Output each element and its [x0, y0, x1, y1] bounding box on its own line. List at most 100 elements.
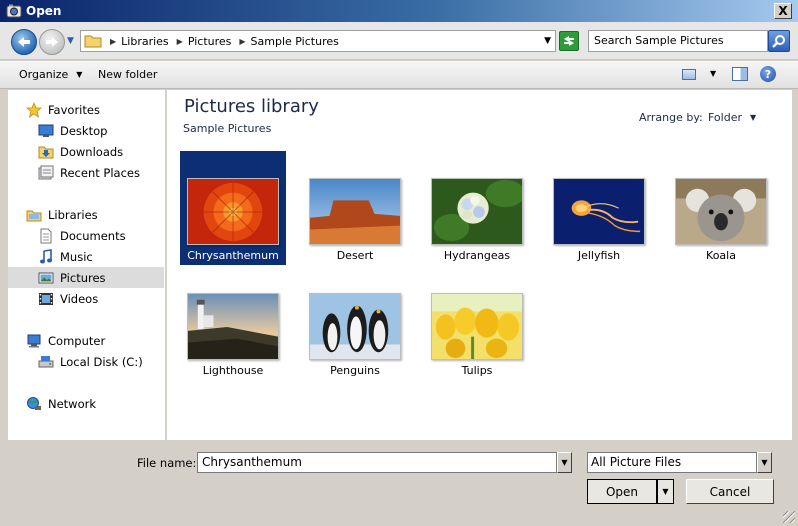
sidebar-item-label: Documents	[60, 228, 126, 243]
lighthouse-thumbnail	[187, 293, 279, 360]
desktop-icon	[38, 124, 54, 137]
breadcrumb-libraries[interactable]: Libraries	[121, 35, 169, 48]
forward-button[interactable]	[39, 29, 65, 55]
file-name: Tulips	[461, 364, 493, 377]
sidebar-item-label: Downloads	[60, 144, 124, 159]
file-item-lighthouse[interactable]: Lighthouse	[180, 266, 286, 380]
search-icon	[772, 35, 785, 48]
sidebar-item-label: Pictures	[60, 270, 106, 285]
search-button[interactable]	[768, 30, 790, 52]
breadcrumb-separator-icon: ▶	[110, 36, 117, 46]
file-name-dropdown[interactable]: ▼	[557, 452, 572, 473]
change-view-icon[interactable]	[682, 69, 696, 80]
sidebar-item-label: Videos	[60, 291, 99, 306]
app-icon	[6, 4, 22, 18]
organize-label: Organize	[19, 68, 69, 81]
breadcrumb-separator-icon: ▶	[176, 36, 183, 46]
file-name-input[interactable]: Chrysanthemum	[197, 452, 557, 473]
sidebar-item-recent-places[interactable]: Recent Places	[8, 162, 164, 183]
downloads-icon	[38, 146, 54, 158]
chevron-down-icon: ▼	[750, 113, 757, 122]
file-name: Desert	[336, 249, 374, 262]
file-item-jellyfish[interactable]: Jellyfish	[546, 151, 652, 265]
arrange-by-dropdown[interactable]: Folder ▼	[708, 111, 756, 124]
resize-grip-icon[interactable]	[783, 511, 795, 523]
file-item-koala[interactable]: Koala	[668, 151, 774, 265]
libraries-icon	[26, 210, 42, 221]
recent-pages-dropdown[interactable]: ▼	[67, 36, 77, 48]
breadcrumb-sample-pictures[interactable]: Sample Pictures	[251, 35, 339, 48]
file-type-select[interactable]: All Picture Files	[587, 452, 757, 473]
chevron-down-icon: ▼	[67, 36, 74, 46]
file-item-desert[interactable]: Desert	[302, 151, 408, 265]
sidebar-item-label: Computer	[48, 333, 106, 348]
file-name: Koala	[706, 249, 736, 262]
recent-places-icon	[38, 165, 54, 179]
sidebar-item-desktop[interactable]: Desktop	[8, 120, 164, 141]
file-item-hydrangeas[interactable]: Hydrangeas	[424, 151, 530, 265]
sidebar-item-documents[interactable]: Documents	[8, 225, 164, 246]
sidebar-item-music[interactable]: Music	[8, 246, 164, 267]
organize-button[interactable]: Organize ▼	[19, 68, 82, 81]
sidebar-item-videos[interactable]: Videos	[8, 288, 164, 309]
chevron-down-icon: ▼	[561, 458, 568, 467]
search-input[interactable]: Search Sample Pictures	[588, 30, 768, 52]
file-name-label: File name:	[137, 456, 197, 470]
sidebar-item-local-disk[interactable]: Local Disk (C:)	[8, 351, 164, 372]
network-icon	[27, 396, 41, 410]
open-options-dropdown[interactable]: ▼	[657, 479, 674, 504]
view-options-dropdown-icon[interactable]: ▼	[710, 69, 716, 78]
breadcrumb-pictures[interactable]: Pictures	[188, 35, 232, 48]
file-item-chrysanthemum[interactable]: Chrysanthemum	[180, 151, 286, 265]
sidebar-item-network[interactable]: Network	[8, 393, 164, 414]
arrange-by-value: Folder	[708, 111, 742, 124]
arrow-right-icon	[46, 37, 58, 47]
local-disk-icon	[38, 355, 54, 367]
file-item-penguins[interactable]: Penguins	[302, 266, 408, 380]
file-list-pane: Pictures library Sample Pictures Arrange…	[167, 90, 792, 440]
refresh-button[interactable]	[559, 31, 579, 51]
star-icon	[26, 101, 42, 118]
file-item-tulips[interactable]: Tulips	[424, 266, 530, 380]
close-icon: X	[778, 4, 788, 18]
sidebar-item-downloads[interactable]: Downloads	[8, 141, 164, 162]
penguins-thumbnail	[309, 293, 401, 360]
preview-pane-icon[interactable]	[732, 67, 748, 81]
address-dropdown-icon[interactable]: ▼	[544, 36, 551, 46]
koala-thumbnail	[675, 178, 767, 245]
help-icon[interactable]: ?	[760, 66, 776, 82]
sidebar-item-pictures[interactable]: Pictures	[8, 267, 164, 288]
sidebar-item-computer[interactable]: Computer	[8, 330, 164, 351]
breadcrumb-separator-icon: ▶	[239, 36, 246, 46]
file-name: Penguins	[330, 364, 380, 377]
chevron-down-icon: ▼	[761, 458, 768, 467]
file-name: Lighthouse	[202, 364, 264, 377]
file-selection-panel: File name: Chrysanthemum ▼ All Picture F…	[0, 441, 798, 526]
sidebar-item-label: Network	[48, 396, 97, 411]
file-name: Jellyfish	[577, 249, 621, 262]
pictures-icon	[38, 272, 54, 283]
library-subtitle: Sample Pictures	[183, 122, 272, 135]
sidebar-item-favorites[interactable]: Favorites	[8, 99, 164, 120]
close-button[interactable]: X	[774, 3, 792, 19]
back-button[interactable]	[11, 29, 37, 55]
navigation-bar: ▼ ▶ Libraries ▶ Pictures ▶ Sample Pictur…	[0, 22, 798, 60]
file-type-dropdown[interactable]: ▼	[757, 452, 772, 473]
sidebar-item-label: Favorites	[48, 102, 100, 117]
tulips-thumbnail	[431, 293, 523, 360]
refresh-icon	[564, 36, 574, 46]
library-title: Pictures library	[184, 96, 319, 117]
address-bar[interactable]: ▶ Libraries ▶ Pictures ▶ Sample Pictures…	[80, 30, 556, 52]
sidebar-item-libraries[interactable]: Libraries	[8, 204, 164, 225]
open-button[interactable]: Open	[587, 479, 657, 504]
file-name: Chrysanthemum	[187, 249, 279, 262]
videos-icon	[39, 292, 53, 305]
cancel-button[interactable]: Cancel	[686, 479, 774, 504]
arrange-by-label: Arrange by:	[639, 111, 703, 124]
sidebar-item-label: Local Disk (C:)	[60, 354, 143, 369]
sidebar-item-label: Recent Places	[60, 165, 140, 180]
folder-icon	[84, 35, 102, 48]
new-folder-button[interactable]: New folder	[98, 68, 157, 81]
sidebar-item-label: Music	[60, 249, 93, 264]
window-title: Open	[26, 4, 62, 18]
